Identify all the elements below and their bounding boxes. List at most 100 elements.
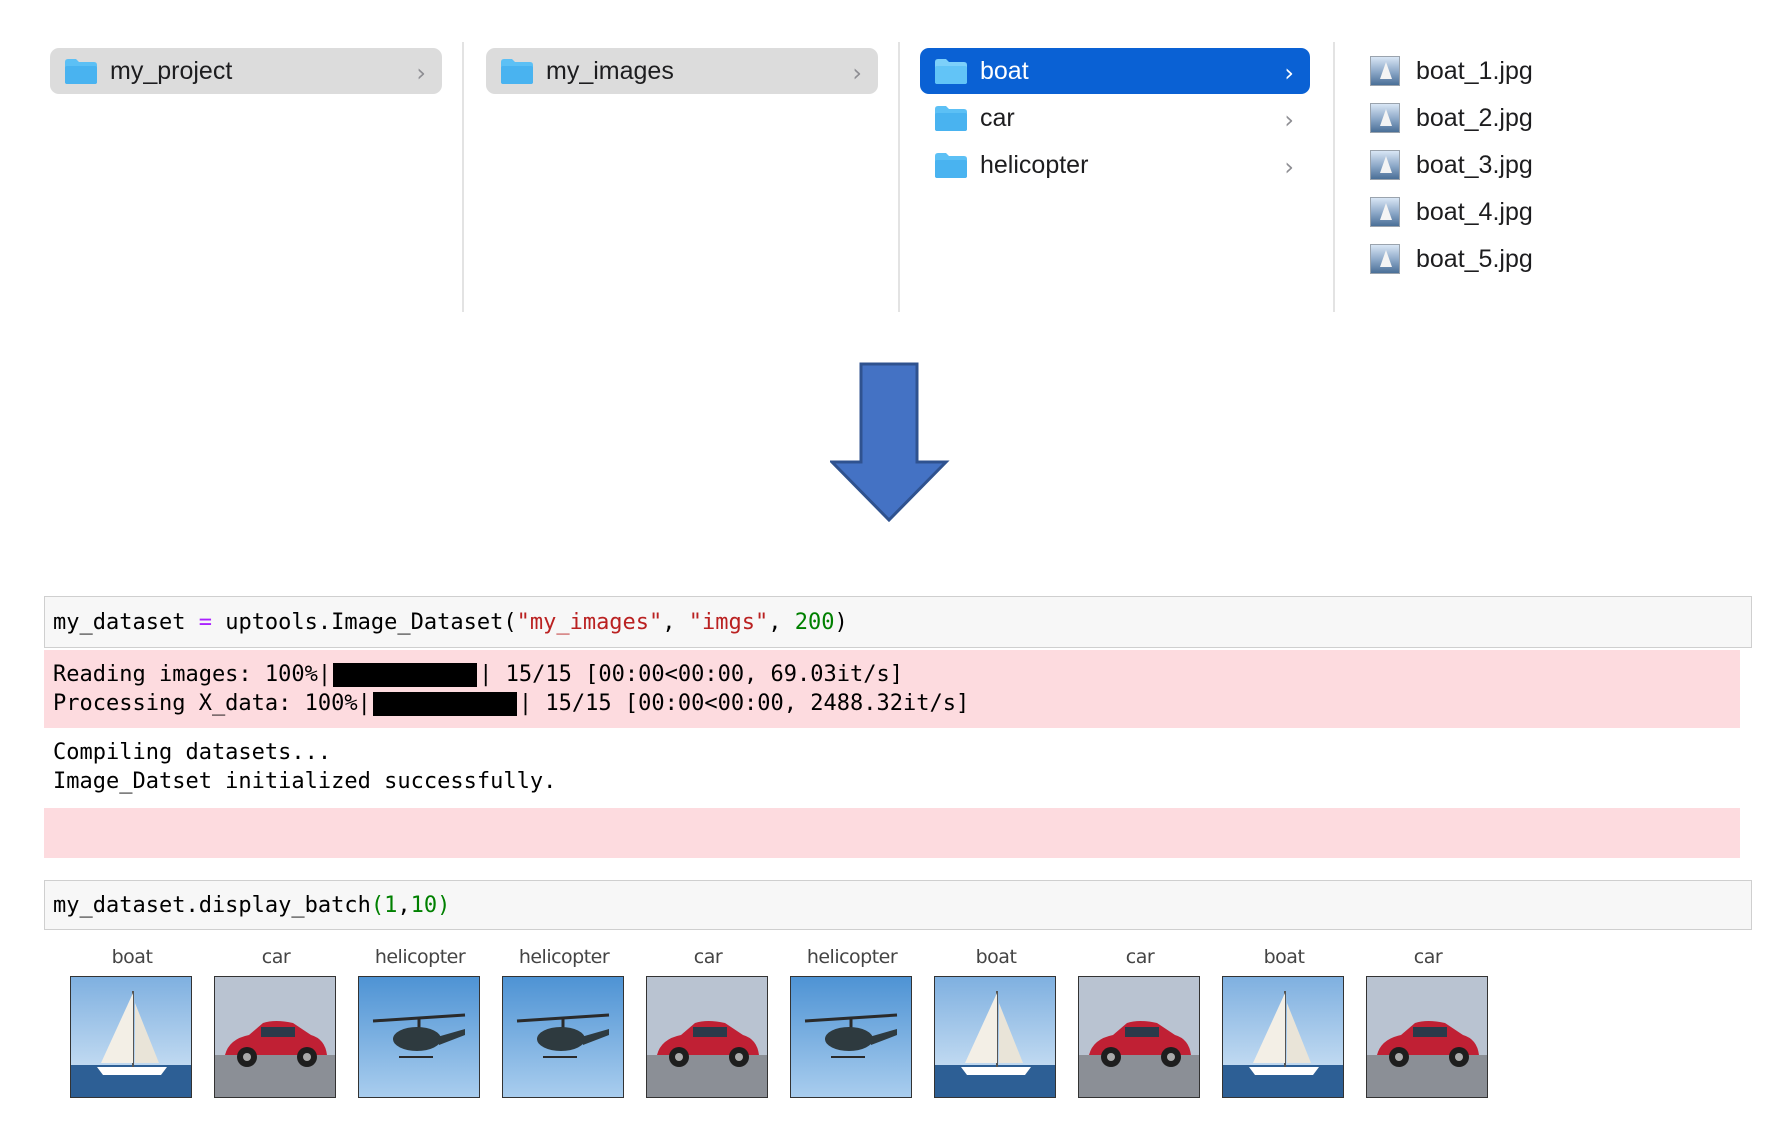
- image-caption: helicopter: [806, 946, 898, 968]
- folder-label: helicopter: [980, 150, 1089, 179]
- progress-suffix: | 15/15 [00:00<00:00, 69.03it/s]: [479, 662, 903, 687]
- folder-helicopter[interactable]: helicopter ›: [920, 142, 1310, 188]
- file-boat-4[interactable]: boat_4.jpg: [1370, 189, 1533, 235]
- image-caption: car: [693, 946, 723, 968]
- folder-icon: [64, 58, 98, 85]
- car-image: [1366, 976, 1488, 1098]
- progress-line: Processing X_data: 100%| | 15/15 [00:00<0…: [53, 689, 1740, 718]
- file-label: boat_3.jpg: [1416, 150, 1533, 179]
- progress-suffix: | 15/15 [00:00<00:00, 2488.32it/s]: [518, 691, 970, 716]
- image-caption: helicopter: [518, 946, 610, 968]
- image-file-icon: [1370, 244, 1400, 274]
- car-image: [646, 976, 768, 1098]
- car-image: [214, 976, 336, 1098]
- boat-image: [70, 976, 192, 1098]
- image-batch-output: boat car helicopter helicopter car helic…: [0, 944, 1784, 1104]
- code-number: 10: [410, 892, 438, 918]
- image-file-icon: [1370, 150, 1400, 180]
- code-paren: (: [370, 892, 385, 918]
- stdout-line: Compiling datasets...: [53, 740, 332, 765]
- image-caption: helicopter: [374, 946, 466, 968]
- image-caption: boat: [111, 946, 153, 968]
- stdout-output: Compiling datasets... Image_Datset initi…: [44, 738, 1740, 798]
- batch-image: boat: [934, 944, 1058, 1098]
- code-paren: ): [437, 892, 451, 918]
- image-caption: boat: [1263, 946, 1305, 968]
- chevron-right-icon: ›: [1284, 106, 1294, 134]
- folder-label: my_images: [546, 56, 674, 85]
- column-divider[interactable]: [1333, 42, 1335, 312]
- image-file-icon: [1370, 103, 1400, 133]
- folder-boat[interactable]: boat ›: [920, 48, 1310, 94]
- code-cell-1-input[interactable]: my_dataset = uptools.Image_Dataset("my_i…: [44, 596, 1752, 648]
- code-cell-2-input[interactable]: my_dataset.display_batch(1, 10): [44, 880, 1752, 930]
- car-image: [1078, 976, 1200, 1098]
- code-token: my_dataset: [53, 609, 199, 635]
- finder-column-1: my_project ›: [0, 0, 460, 310]
- folder-icon: [500, 58, 534, 85]
- image-file-icon: [1370, 197, 1400, 227]
- finder-column-2: my_images ›: [464, 0, 900, 310]
- image-caption: car: [261, 946, 291, 968]
- code-number: 200: [794, 609, 835, 635]
- batch-image: car: [1078, 944, 1202, 1098]
- folder-car[interactable]: car ›: [920, 95, 1310, 141]
- file-boat-1[interactable]: boat_1.jpg: [1370, 48, 1533, 94]
- code-token: my_dataset.display_batch: [53, 892, 371, 918]
- progress-prefix: Reading images: 100%|: [53, 662, 332, 687]
- chevron-right-icon: ›: [1284, 59, 1294, 87]
- batch-image: helicopter: [790, 944, 914, 1098]
- finder-column-3: boat › car › helicopter ›: [900, 0, 1334, 310]
- chevron-right-icon: ›: [416, 59, 426, 87]
- finder-column-browser: my_project › my_images › boat › car › he…: [0, 0, 1784, 320]
- file-boat-3[interactable]: boat_3.jpg: [1370, 142, 1533, 188]
- file-label: boat_2.jpg: [1416, 103, 1533, 132]
- down-arrow-icon: [828, 362, 950, 527]
- helicopter-image: [502, 976, 624, 1098]
- helicopter-image: [790, 976, 912, 1098]
- code-number: 1: [384, 892, 398, 918]
- batch-image: car: [1366, 944, 1490, 1098]
- folder-icon: [934, 58, 968, 85]
- code-token: uptools.Image_Dataset(: [211, 609, 517, 635]
- file-boat-2[interactable]: boat_2.jpg: [1370, 95, 1533, 141]
- progress-prefix: Processing X_data: 100%|: [53, 691, 371, 716]
- progress-bar: [372, 691, 517, 716]
- code-token: ,: [662, 609, 689, 635]
- finder-column-4: boat_1.jpg boat_2.jpg boat_3.jpg boat_4.…: [1336, 0, 1776, 310]
- boat-image: [934, 976, 1056, 1098]
- stderr-output: Reading images: 100%| | 15/15 [00:00<00:0…: [44, 650, 1740, 728]
- batch-image: car: [646, 944, 770, 1098]
- file-label: boat_5.jpg: [1416, 244, 1533, 273]
- folder-label: boat: [980, 56, 1029, 85]
- file-label: boat_1.jpg: [1416, 56, 1533, 85]
- image-file-icon: [1370, 56, 1400, 86]
- image-caption: boat: [975, 946, 1017, 968]
- code-string: "imgs": [688, 609, 769, 635]
- chevron-right-icon: ›: [1284, 153, 1294, 181]
- code-string: "my_images": [516, 609, 663, 635]
- code-token: ): [834, 609, 848, 635]
- folder-label: car: [980, 103, 1015, 132]
- folder-icon: [934, 152, 968, 179]
- batch-image: car: [214, 944, 338, 1098]
- batch-image: helicopter: [502, 944, 626, 1098]
- stderr-output-empty: [44, 808, 1740, 858]
- image-caption: car: [1125, 946, 1155, 968]
- code-token: ,: [397, 892, 411, 918]
- boat-image: [1222, 976, 1344, 1098]
- code-token: ,: [768, 609, 795, 635]
- stdout-line: Image_Datset initialized successfully.: [53, 769, 557, 794]
- code-operator: =: [198, 609, 212, 635]
- folder-label: my_project: [110, 56, 233, 85]
- batch-image: boat: [1222, 944, 1346, 1098]
- progress-line: Reading images: 100%| | 15/15 [00:00<00:0…: [53, 660, 1740, 689]
- folder-my-images[interactable]: my_images ›: [486, 48, 878, 94]
- folder-icon: [934, 105, 968, 132]
- helicopter-image: [358, 976, 480, 1098]
- folder-my-project[interactable]: my_project ›: [50, 48, 442, 94]
- batch-image: helicopter: [358, 944, 482, 1098]
- file-boat-5[interactable]: boat_5.jpg: [1370, 236, 1533, 282]
- progress-bar: [333, 662, 478, 687]
- image-caption: car: [1413, 946, 1443, 968]
